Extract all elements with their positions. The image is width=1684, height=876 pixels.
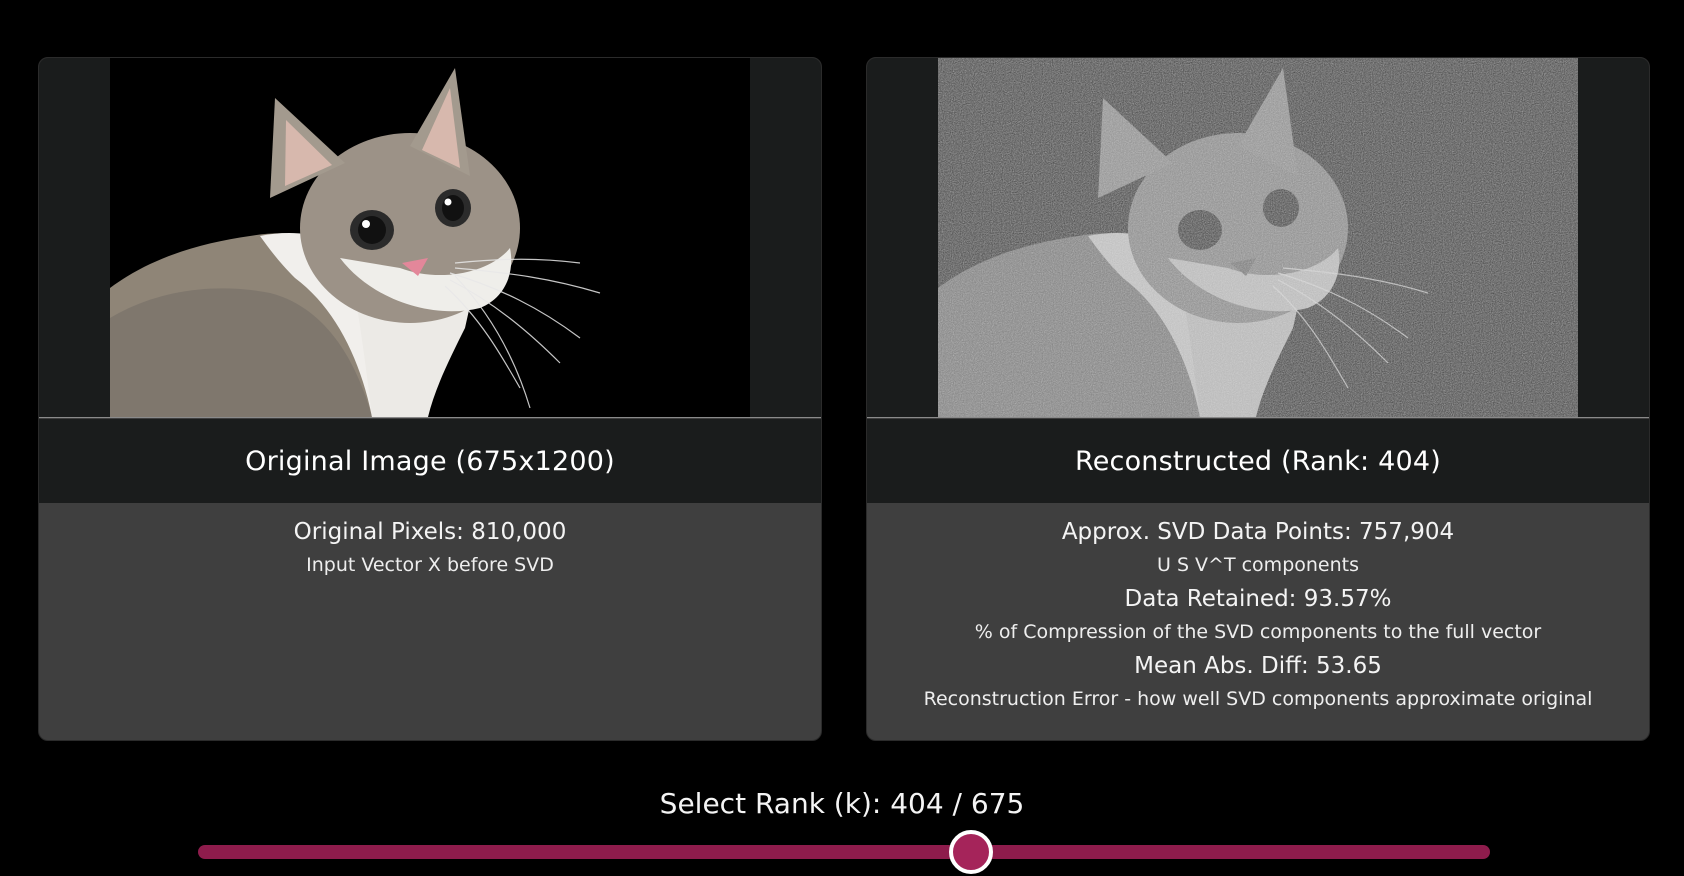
mean-abs-diff-caption: Reconstruction Error - how well SVD comp… (923, 688, 1593, 710)
original-image-frame (39, 58, 821, 418)
original-cat-image (110, 58, 750, 417)
svd-data-points-stat: Approx. SVD Data Points: 757,904 (1061, 519, 1455, 545)
reconstructed-image-title: Reconstructed (Rank: 404) (867, 419, 1649, 503)
original-pixels-stat: Original Pixels: 810,000 (293, 519, 567, 545)
mean-abs-diff-stat: Mean Abs. Diff: 53.65 (1134, 653, 1382, 679)
rank-slider-track[interactable] (198, 845, 1490, 859)
rank-slider-label: Select Rank (k): 404 / 675 (659, 787, 1025, 820)
reconstructed-cat-image (938, 58, 1578, 417)
original-image-title: Original Image (675x1200) (39, 419, 821, 503)
rank-slider-thumb[interactable] (949, 830, 994, 874)
reconstructed-image-frame (867, 58, 1649, 418)
original-image-card: Original Image (675x1200) Original Pixel… (38, 57, 822, 741)
reconstructed-stats: Approx. SVD Data Points: 757,904 U S V^T… (867, 503, 1649, 712)
original-stats: Original Pixels: 810,000 Input Vector X … (39, 503, 821, 578)
reconstructed-image-card: Reconstructed (Rank: 404) Approx. SVD Da… (866, 57, 1650, 741)
original-pixels-caption: Input Vector X before SVD (306, 554, 554, 576)
data-retained-stat: Data Retained: 93.57% (1124, 586, 1392, 612)
svd-data-points-caption: U S V^T components (1157, 554, 1359, 576)
data-retained-caption: % of Compression of the SVD components t… (974, 621, 1542, 643)
